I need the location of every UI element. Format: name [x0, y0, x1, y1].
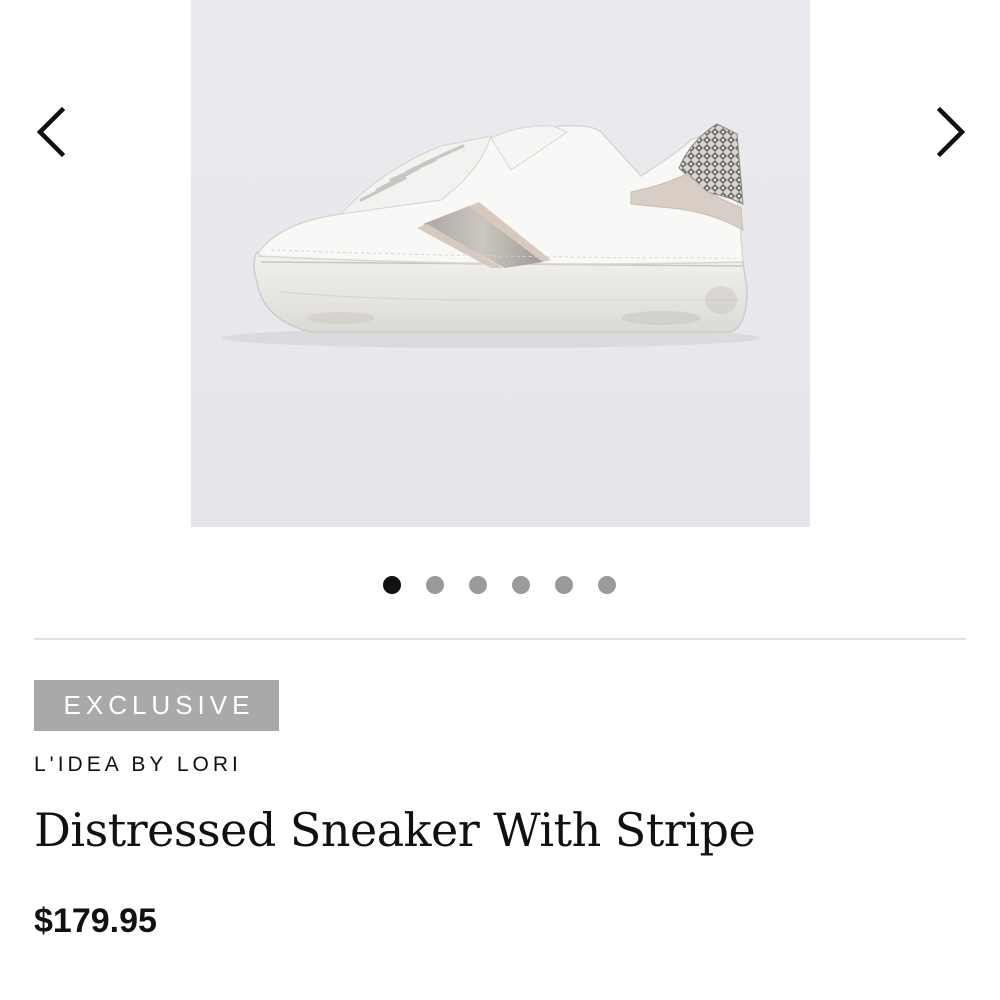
product-image[interactable]: [191, 0, 810, 527]
chevron-left-icon: [36, 106, 66, 158]
next-image-button[interactable]: [922, 100, 982, 164]
carousel-dot-1[interactable]: [382, 576, 401, 594]
carousel-dot-4[interactable]: [511, 576, 530, 594]
carousel-dot-2[interactable]: [425, 576, 444, 594]
carousel-dot-6[interactable]: [597, 576, 616, 594]
carousel-dot-3[interactable]: [468, 576, 487, 594]
sneaker-illustration: [191, 0, 810, 527]
previous-image-button[interactable]: [20, 100, 80, 164]
carousel-pagination: [0, 576, 999, 594]
exclusive-badge: EXCLUSIVE: [34, 680, 279, 731]
chevron-right-icon: [936, 106, 966, 158]
carousel-dot-5[interactable]: [554, 576, 573, 594]
product-price: $179.95: [34, 902, 157, 940]
product-title: Distressed Sneaker With Stripe: [34, 803, 756, 857]
product-image-carousel: [0, 0, 1000, 540]
section-divider: [34, 638, 966, 640]
product-brand[interactable]: L'IDEA BY LORI: [34, 753, 242, 777]
